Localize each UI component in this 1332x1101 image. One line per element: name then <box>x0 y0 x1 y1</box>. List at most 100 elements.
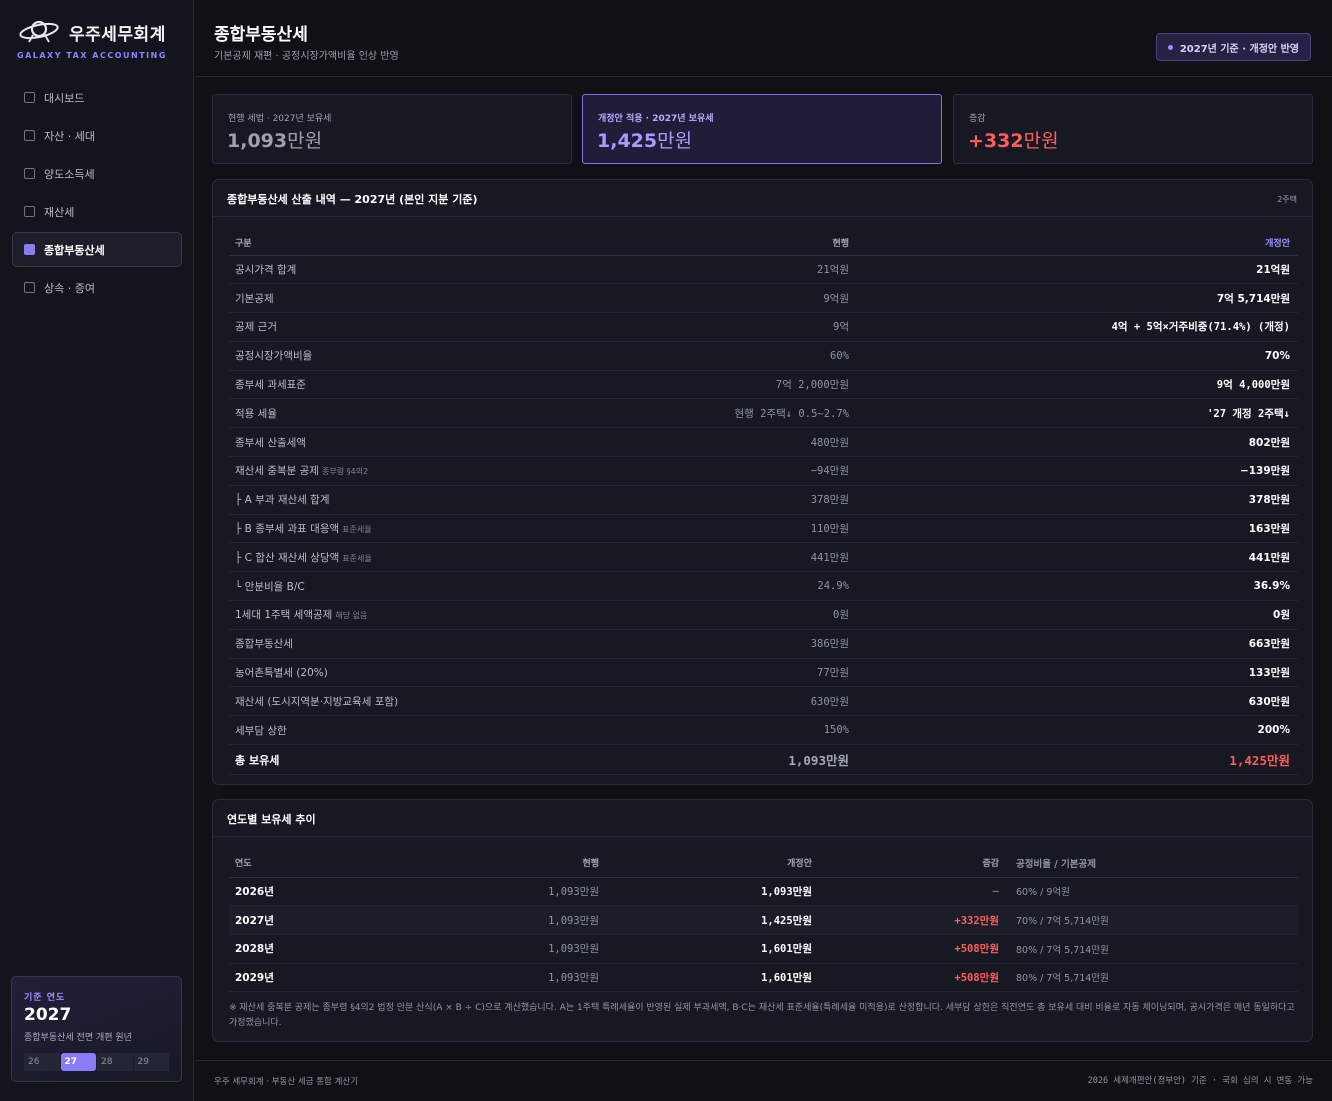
table-row: ├ A 부과 재산세 합계 378만원 378만원 <box>229 485 1298 515</box>
checkbox-icon <box>24 282 35 293</box>
base-year-card: 기준 연도 2027 종합부동산세 전면 개편 원년 26 27 28 29 <box>11 976 182 1082</box>
revised-cell: 1,601만원 <box>603 934 816 964</box>
breakdown-panel: 종합부동산세 산출 내역 — 2027년 (본인 지분 기준) 2주택 구분 현… <box>212 179 1313 785</box>
revised-value: '27 개정 2주택↓ <box>855 398 1298 429</box>
ratio-cell: 70% / 7억 5,714만원 <box>1009 905 1298 935</box>
row-label: 1세대 1주택 세액공제 해당 없음 <box>229 600 625 630</box>
row-label: 공제 근거 <box>229 312 625 342</box>
page-subtitle: 기본공제 재편 · 공정시장가액비율 인상 반영 <box>214 51 399 62</box>
table-row: 공정시장가액비율 60% 70% <box>229 341 1298 371</box>
table-row: ├ C 합산 재산세 상당액 표준세율 441만원 441만원 <box>229 542 1298 573</box>
total-row: 총 보유세 1,093만원 1,425만원 <box>229 744 1298 776</box>
table-row: 종부세 과세표준 7억 2,000만원 9억 4,000만원 <box>229 370 1298 400</box>
revised-value: 378만원 <box>855 485 1298 515</box>
table-row: 2029년 1,093만원 1,601만원 +508만원 80% / 7억 5,714만… <box>229 963 1298 993</box>
column-header-current: 현행 <box>625 231 855 256</box>
nav-item-label: 종합부동산세 <box>44 243 105 257</box>
revised-value: 0원 <box>855 600 1298 630</box>
current-value: 21억원 <box>625 255 855 285</box>
year-tab-27[interactable]: 27 <box>60 1053 96 1071</box>
nav-item-inheritance-gift[interactable]: 상속 · 증여 <box>12 270 182 305</box>
page-title: 종합부동산세 <box>214 25 308 45</box>
breakdown-panel-header: 종합부동산세 산출 내역 — 2027년 (본인 지분 기준) 2주택 <box>213 180 1312 217</box>
revised-cell: 1,093만원 <box>603 877 816 907</box>
revised-value: 200% <box>855 715 1298 746</box>
nav-item-label: 자산 · 세대 <box>44 129 95 143</box>
row-label: 농어촌특별세 (20%) <box>229 658 625 688</box>
summary-card-revised: 개정안 적용 · 2027년 보유세 1,425만원 <box>582 94 942 164</box>
row-label: 공시가격 합계 <box>229 255 625 285</box>
current-value: 378만원 <box>625 485 855 515</box>
table-row: 종부세 산출세액 480만원 802만원 <box>229 427 1298 458</box>
checkbox-icon <box>24 244 35 255</box>
year-tab-29[interactable]: 29 <box>133 1053 169 1071</box>
status-badge-label: 2027년 기준 · 개정안 반영 <box>1179 43 1299 55</box>
year-selector: 26 27 28 29 <box>24 1053 170 1071</box>
nav-item-capital-gains-tax[interactable]: 양도소득세 <box>12 156 182 191</box>
nav-item-assets[interactable]: 자산 · 세대 <box>12 118 182 153</box>
row-label: 적용 세율 <box>229 398 625 429</box>
total-revised: 1,425만원 <box>855 744 1298 776</box>
table-row: 기본공제 9억원 7억 5,714만원 <box>229 283 1298 314</box>
table-row: 공시가격 합계 21억원 21억원 <box>229 255 1298 285</box>
revised-value: 36.9% <box>855 571 1298 602</box>
total-label: 총 보유세 <box>229 744 625 776</box>
table-row: 종합부동산세 386만원 663만원 <box>229 629 1298 659</box>
row-label: 세부담 상한 <box>229 715 625 746</box>
status-badge: 2027년 기준 · 개정안 반영 <box>1155 33 1311 61</box>
year-tab-26[interactable]: 26 <box>24 1053 60 1071</box>
revised-value: 441만원 <box>855 542 1298 573</box>
revised-value: 7억 5,714만원 <box>855 283 1298 314</box>
table-row: 2028년 1,093만원 1,601만원 +508만원 80% / 7억 5,714만… <box>229 934 1298 964</box>
row-label: ├ A 부과 재산세 합계 <box>229 485 625 515</box>
current-value: 현행 2주택↓ 0.5~2.7% <box>625 398 855 429</box>
diff-cell: — <box>816 877 1009 907</box>
column-header-current: 현행 <box>389 849 603 878</box>
nav-item-label: 재산세 <box>44 205 75 219</box>
revised-value: 9억 4,000만원 <box>855 370 1298 400</box>
galaxy-logo-icon <box>19 20 59 43</box>
current-cell: 1,093만원 <box>389 905 603 935</box>
current-value: 9억원 <box>625 283 855 314</box>
summary-card-label: 개정안 적용 · 2027년 보유세 <box>598 114 714 124</box>
trend-panel-header: 연도별 보유세 추이 <box>213 800 1312 837</box>
nav-item-comprehensive-real-estate-tax[interactable]: 종합부동산세 <box>12 232 182 267</box>
nav-item-label: 대시보드 <box>44 91 85 105</box>
diff-cell: +508만원 <box>816 963 1009 993</box>
current-value: 386만원 <box>625 629 855 659</box>
table-row: 2026년 1,093만원 1,093만원 —60% / 9억원 <box>229 877 1298 907</box>
current-value: 110만원 <box>625 514 855 544</box>
brand-subtitle: GALAXY TAX ACCOUNTING <box>17 51 167 60</box>
breakdown-title: 종합부동산세 산출 내역 — 2027년 (본인 지분 기준) <box>227 193 478 206</box>
table-header-row: 구분 현행 개정안 <box>229 231 1298 256</box>
nav-item-dashboard[interactable]: 대시보드 <box>12 80 182 115</box>
checkbox-icon <box>24 206 35 217</box>
revised-value: 133만원 <box>855 658 1298 688</box>
year-cell: 2029년 <box>229 963 389 993</box>
brand-logo[interactable]: 우주세무회계 GALAXY TAX ACCOUNTING <box>17 18 187 64</box>
checkbox-icon <box>24 130 35 141</box>
row-label: 종합부동산세 <box>229 629 625 659</box>
row-label: 종부세 산출세액 <box>229 427 625 458</box>
house-count-tag: 2주택 <box>1277 195 1297 204</box>
page-header: 종합부동산세 기본공제 재편 · 공정시장가액비율 인상 반영 2027년 기준… <box>195 0 1332 77</box>
page-footer: 우주 세무회계 · 부동산 세금 통합 계산기 2026 세제개편안(정부안) … <box>195 1060 1332 1101</box>
nav-item-label: 양도소득세 <box>44 167 95 181</box>
revised-value: 163만원 <box>855 514 1298 544</box>
summary-card-value: +332만원 <box>968 130 1059 152</box>
trend-title: 연도별 보유세 추이 <box>227 813 316 826</box>
current-value: 60% <box>625 341 855 371</box>
revised-value: −139만원 <box>855 456 1298 486</box>
year-tab-28[interactable]: 28 <box>97 1053 133 1071</box>
revised-value: 630만원 <box>855 686 1298 717</box>
nav-item-property-tax[interactable]: 재산세 <box>12 194 182 229</box>
current-cell: 1,093만원 <box>389 934 603 964</box>
current-cell: 1,093만원 <box>389 963 603 993</box>
row-label: 기본공제 <box>229 283 625 314</box>
row-note: 표준세율 <box>342 525 372 535</box>
summary-card-difference: 증감 +332만원 <box>953 94 1313 164</box>
base-year-value: 2027 <box>24 1005 72 1025</box>
column-header-revised: 개정안 <box>603 849 816 878</box>
table-header-row: 연도 현행 개정안 증감 공정비율 / 기본공제 <box>229 849 1298 878</box>
revised-value: 663만원 <box>855 629 1298 659</box>
